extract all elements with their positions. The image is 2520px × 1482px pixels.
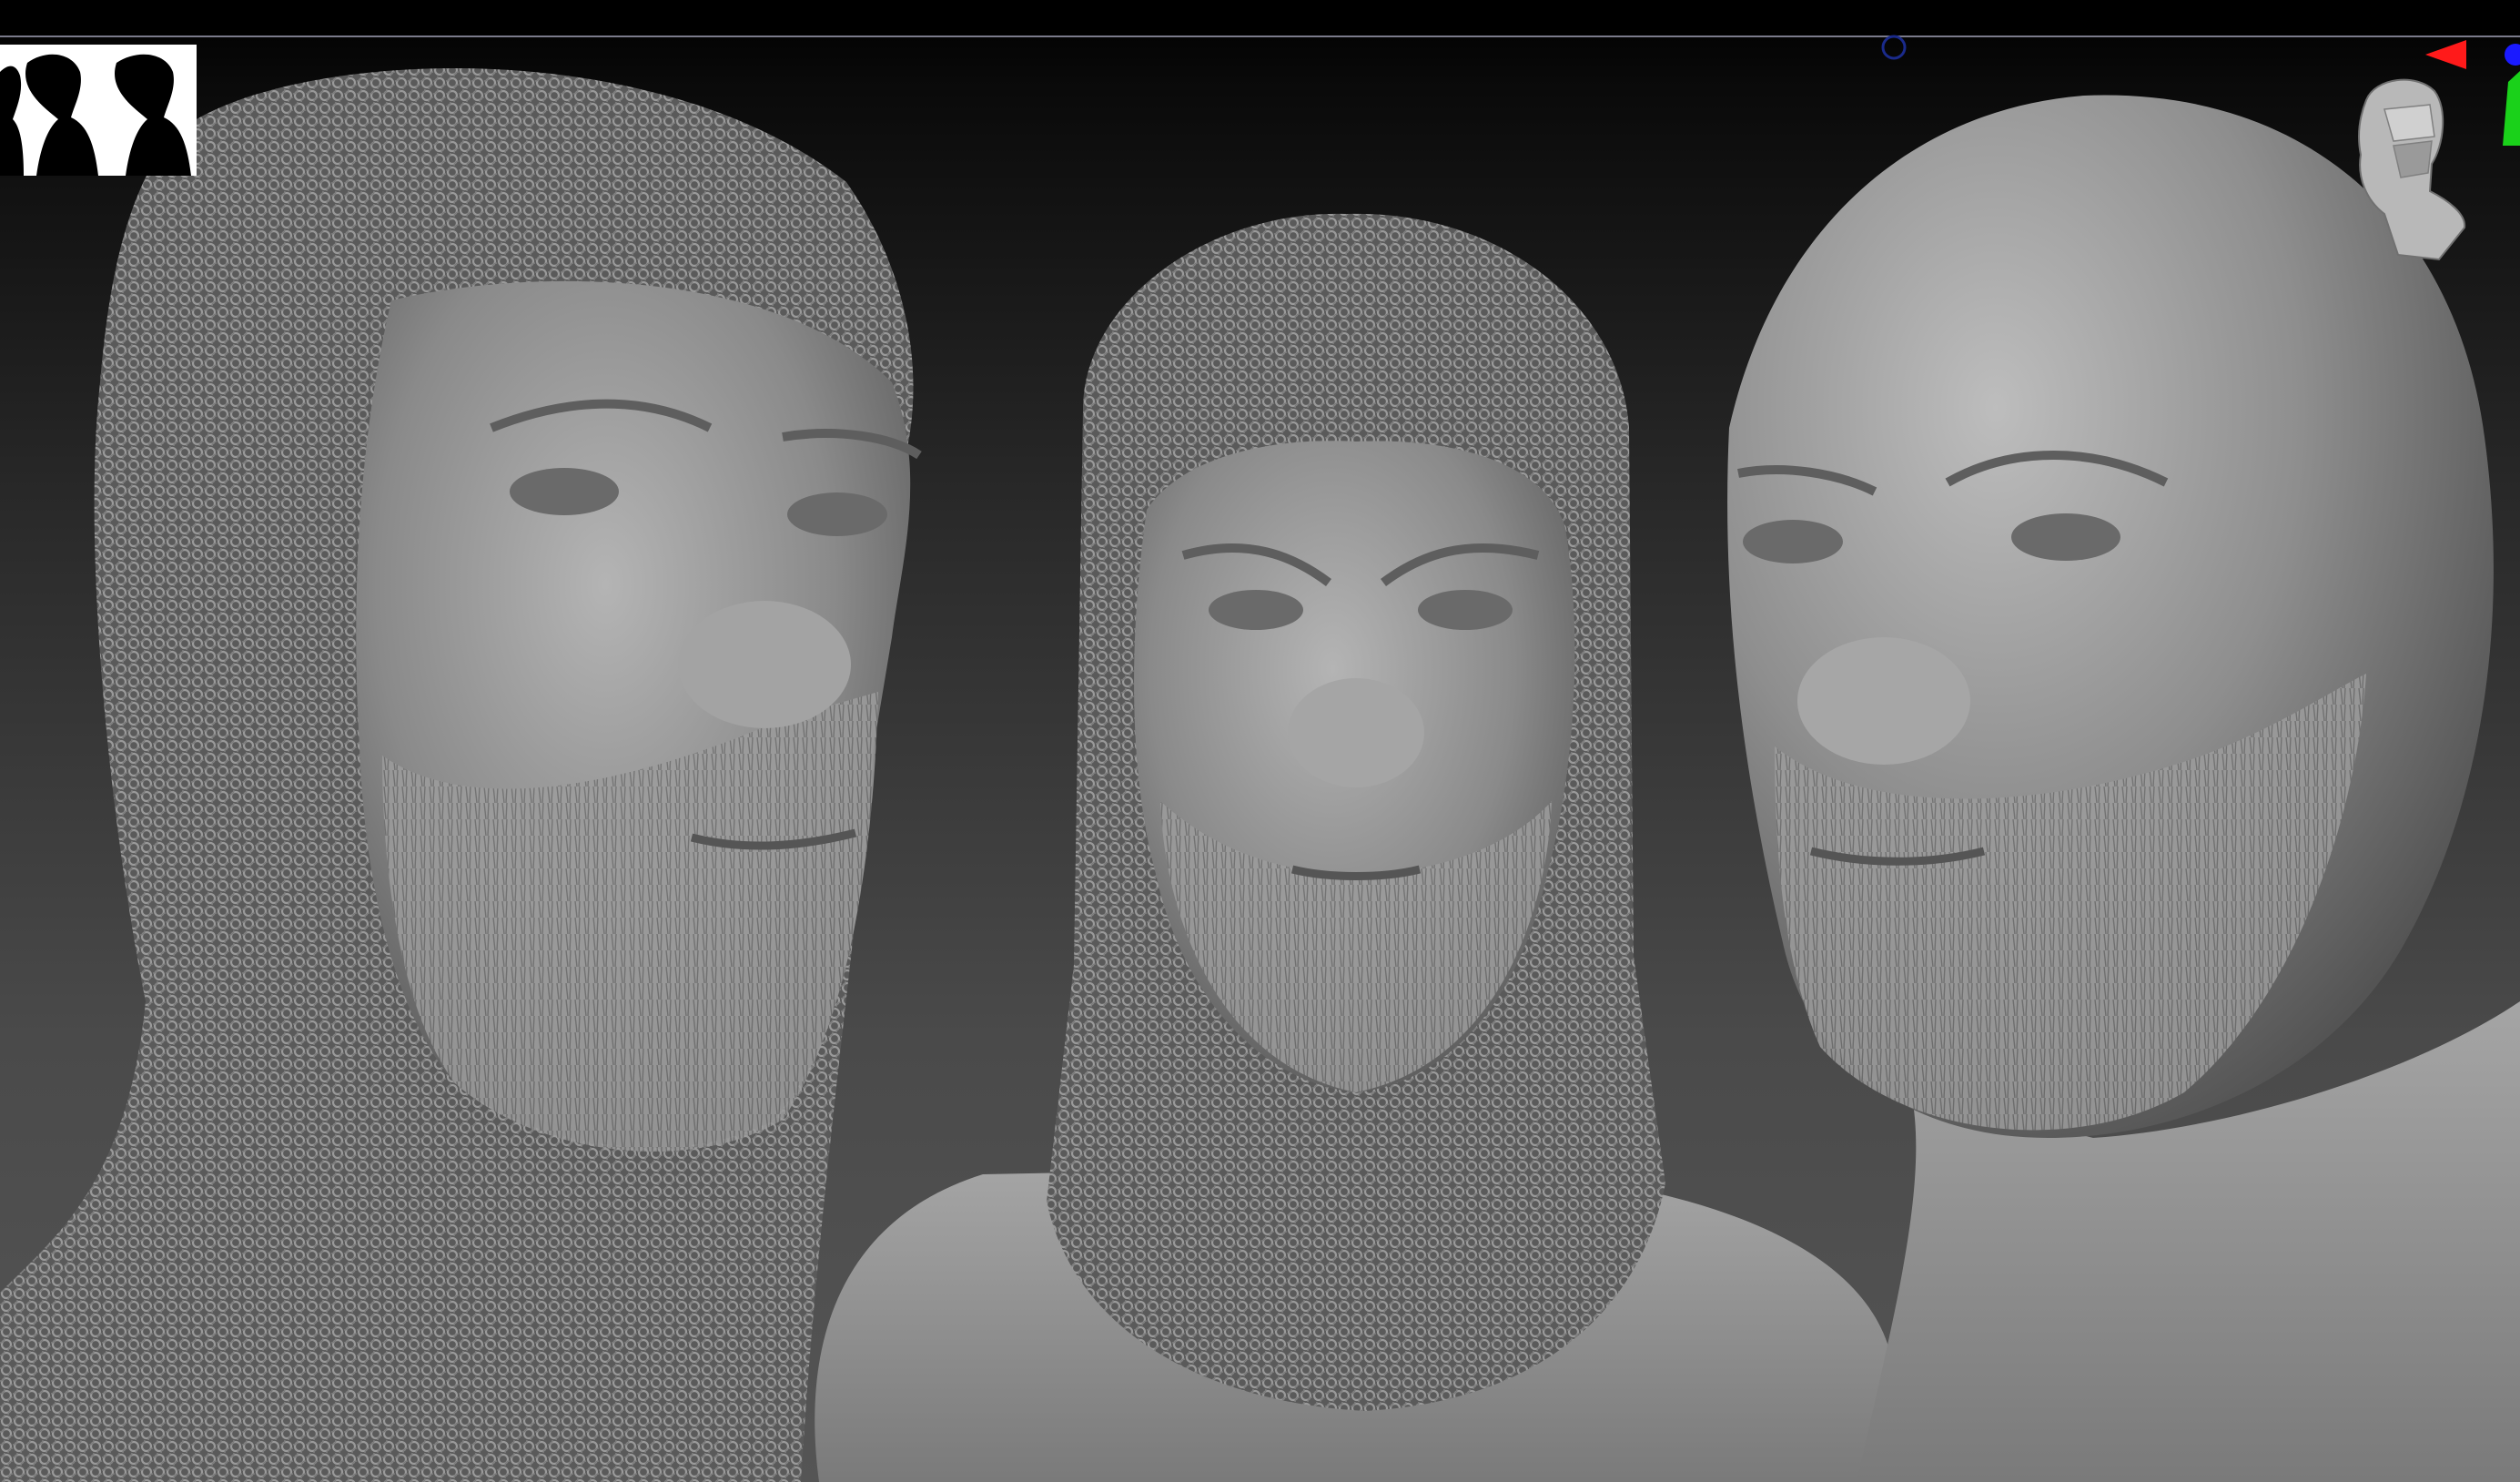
- head-orientation-gizmo-icon[interactable]: [2330, 27, 2520, 273]
- circle-marker-icon[interactable]: [1880, 34, 1908, 61]
- left-nose: [678, 601, 851, 728]
- left-eye-right: [787, 492, 887, 536]
- model-right[interactable]: [1727, 95, 2520, 1482]
- center-nose: [1288, 678, 1424, 787]
- two-silhouettes-logo-icon: [0, 45, 197, 177]
- right-eye-left: [1743, 520, 1843, 563]
- sculpt-scene[interactable]: [0, 0, 2520, 1482]
- left-eye-left: [510, 468, 619, 515]
- 3d-viewport[interactable]: [0, 0, 2520, 1482]
- model-left[interactable]: [0, 68, 922, 1482]
- center-eye-right: [1418, 590, 1513, 630]
- center-eye-left: [1209, 590, 1303, 630]
- right-nose: [1797, 637, 1970, 765]
- right-eye-right: [2011, 513, 2120, 561]
